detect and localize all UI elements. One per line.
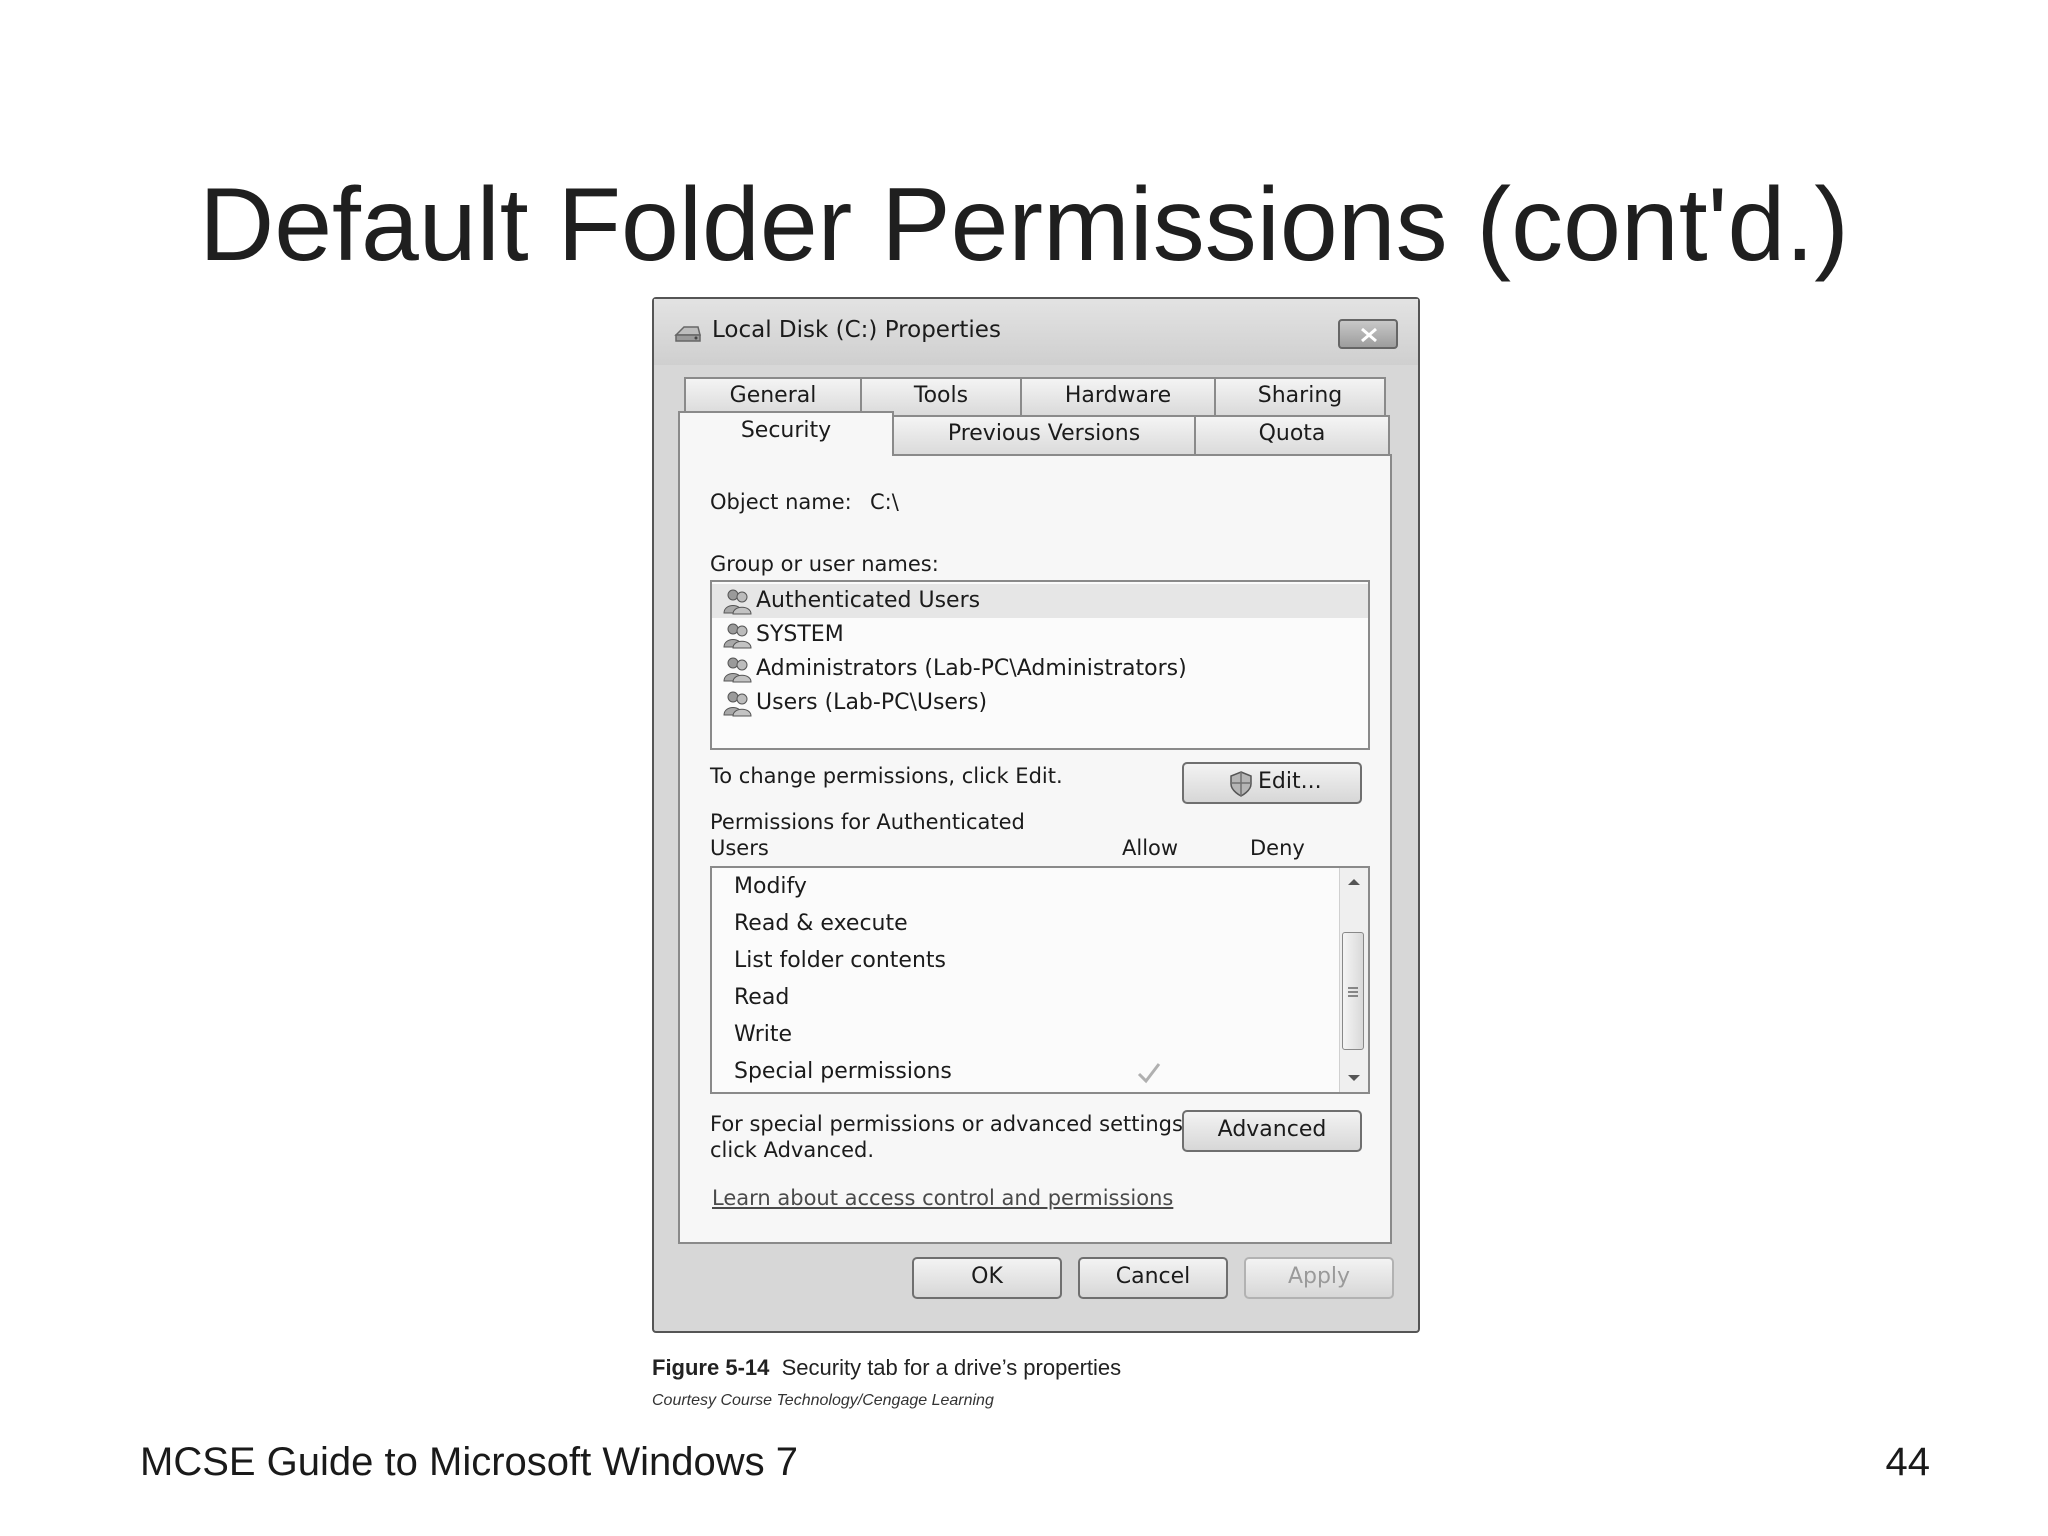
edit-label: Edit...: [1258, 769, 1322, 794]
users-icon: [723, 589, 752, 615]
page-number: 44: [1885, 1440, 1931, 1484]
permission-name: Read: [734, 985, 790, 1010]
cancel-button[interactable]: Cancel: [1078, 1257, 1228, 1299]
tab-security[interactable]: Security: [678, 411, 894, 456]
object-name-label: Object name:: [710, 490, 852, 514]
group-name: Authenticated Users: [756, 588, 981, 613]
permission-row-read: Read: [712, 981, 1332, 1017]
permissions-list[interactable]: Modify Read & execute List folder conten…: [710, 866, 1370, 1094]
group-item-users[interactable]: Users (Lab-PC\Users): [712, 686, 1362, 720]
permission-name: Write: [734, 1022, 793, 1047]
slide-title: Default Folder Permissions (cont'd.): [199, 167, 1849, 283]
permission-name: Modify: [734, 874, 807, 899]
learn-more-link[interactable]: Learn about access control and permissio…: [712, 1186, 1173, 1210]
permission-name: Special permissions: [734, 1059, 952, 1084]
scroll-thumb[interactable]: [1342, 932, 1364, 1050]
permission-row-list-folder-contents: List folder contents: [712, 944, 1332, 980]
figure-number: Figure 5-14: [652, 1355, 770, 1380]
tab-general[interactable]: General: [684, 377, 862, 415]
group-name: Users (Lab-PC\Users): [756, 690, 988, 715]
permission-row-write: Write: [712, 1018, 1332, 1054]
scroll-up-icon[interactable]: [1341, 872, 1367, 892]
permission-row-read-execute: Read & execute: [712, 907, 1332, 943]
ok-button[interactable]: OK: [912, 1257, 1062, 1299]
object-name-value: C:\: [870, 490, 899, 514]
advanced-button[interactable]: Advanced: [1182, 1110, 1362, 1152]
users-icon: [723, 623, 752, 649]
permission-row-special-permissions: Special permissions: [712, 1055, 1332, 1091]
tab-previous-versions[interactable]: Previous Versions: [892, 415, 1196, 455]
group-list[interactable]: Authenticated Users SYSTEM Administrator…: [710, 580, 1370, 750]
shield-icon: [1230, 771, 1252, 797]
allow-header: Allow: [1122, 836, 1179, 860]
permission-name: Read & execute: [734, 911, 908, 936]
advanced-hint-line1: For special permissions or advanced sett…: [710, 1112, 1190, 1136]
figure-caption-text: Security tab for a drive’s properties: [781, 1355, 1122, 1380]
permission-name: List folder contents: [734, 948, 946, 973]
tab-tools[interactable]: Tools: [860, 377, 1022, 415]
edit-button[interactable]: Edit...: [1182, 762, 1362, 804]
permissions-label-line2: Users: [710, 836, 769, 860]
users-icon: [723, 691, 752, 717]
group-item-administrators[interactable]: Administrators (Lab-PC\Administrators): [712, 652, 1362, 686]
allow-checkmark-icon: [1137, 1063, 1161, 1084]
group-name: SYSTEM: [756, 622, 844, 647]
tab-quota[interactable]: Quota: [1194, 415, 1390, 455]
apply-button[interactable]: Apply: [1244, 1257, 1394, 1299]
close-button[interactable]: [1338, 319, 1398, 349]
slide-footer: MCSE Guide to Microsoft Windows 7: [140, 1440, 798, 1484]
users-icon: [723, 657, 752, 683]
grip-icon: [1348, 987, 1358, 997]
figure-courtesy: Courtesy Course Technology/Cengage Learn…: [652, 1392, 994, 1409]
drive-icon: [674, 326, 701, 342]
tab-hardware[interactable]: Hardware: [1020, 377, 1216, 415]
permission-row-modify: Modify: [712, 870, 1332, 906]
scroll-down-icon[interactable]: [1341, 1068, 1367, 1088]
advanced-hint-line2: click Advanced.: [710, 1138, 875, 1162]
group-item-system[interactable]: SYSTEM: [712, 618, 1362, 652]
tab-sharing[interactable]: Sharing: [1214, 377, 1386, 415]
security-panel: Object name: C:\ Group or user names: Au…: [678, 454, 1392, 1244]
properties-dialog: Local Disk (C:) Properties General Tools…: [652, 297, 1420, 1333]
group-item-authenticated-users[interactable]: Authenticated Users: [712, 584, 1368, 618]
group-name: Administrators (Lab-PC\Administrators): [756, 656, 1187, 681]
permissions-label-line1: Permissions for Authenticated: [710, 810, 1025, 834]
deny-header: Deny: [1250, 836, 1305, 860]
permissions-scrollbar[interactable]: [1339, 868, 1368, 1092]
figure-caption: Figure 5-14 Security tab for a drive’s p…: [652, 1355, 1121, 1381]
close-icon: [1361, 327, 1377, 343]
group-label: Group or user names:: [710, 552, 939, 576]
change-permissions-hint: To change permissions, click Edit.: [710, 764, 1063, 788]
dialog-title: Local Disk (C:) Properties: [712, 317, 1001, 343]
title-bar[interactable]: Local Disk (C:) Properties: [654, 299, 1418, 365]
